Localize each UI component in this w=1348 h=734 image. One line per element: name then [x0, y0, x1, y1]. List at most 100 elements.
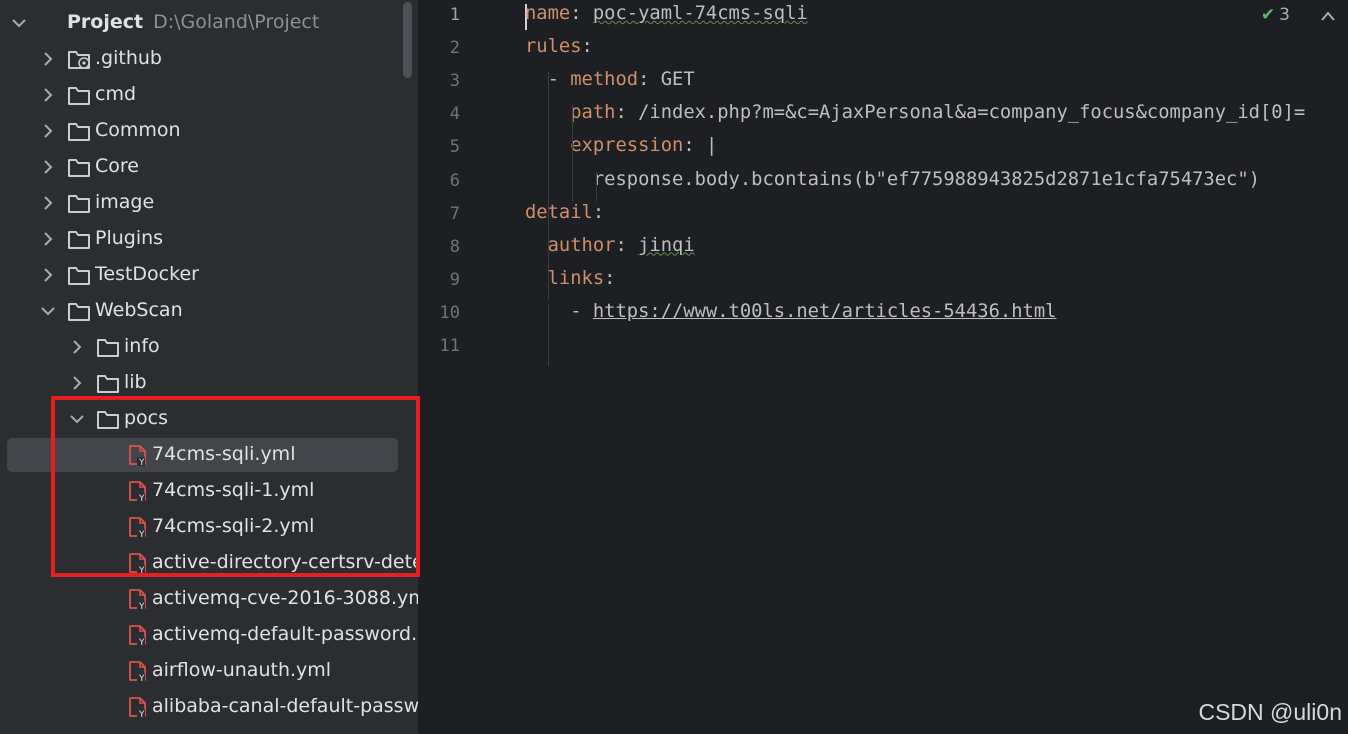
line-number: 1: [449, 5, 460, 25]
tree-item-label: image: [95, 191, 155, 213]
folder-icon: [68, 231, 90, 249]
code-line[interactable]: - https://www.t00ls.net/articles-54436.h…: [525, 301, 1056, 322]
yaml-value: poc-yaml-74cms-sqli: [592, 3, 808, 24]
line-number: 5: [449, 137, 460, 158]
inspection-count: 3: [1279, 5, 1290, 25]
tree-item-folder[interactable]: .github: [0, 41, 418, 77]
chevron-right-icon[interactable]: [39, 122, 57, 140]
folder-icon: [68, 123, 90, 141]
yaml-key: path: [570, 102, 616, 124]
project-path: D:\Goland\Project: [153, 11, 320, 33]
code-line[interactable]: name: poc-yaml-74cms-sqli: [525, 3, 808, 24]
tree-item-file[interactable]: Yactivemq-cve-2016-3088.yml: [0, 581, 418, 617]
svg-text:Y: Y: [138, 710, 145, 718]
code-line[interactable]: links:: [525, 267, 616, 289]
yaml-key: detail: [525, 201, 593, 223]
line-number: 10: [439, 302, 460, 323]
code-line[interactable]: detail:: [525, 202, 604, 223]
chevron-right-icon[interactable]: [68, 338, 86, 356]
code-line[interactable]: rules:: [525, 36, 593, 57]
chevron-right-icon[interactable]: [39, 194, 57, 212]
chevron-right-icon[interactable]: [39, 86, 57, 104]
tree-item-folder[interactable]: Project D:\Goland\Project: [0, 5, 418, 41]
svg-text:Y: Y: [138, 674, 145, 682]
code-line[interactable]: response.body.bcontains(b"ef775988943825…: [525, 169, 1260, 190]
tree-item-label: lib: [124, 371, 147, 393]
code-line[interactable]: path: /index.php?m=&c=AjaxPersonal&a=com…: [525, 102, 1305, 123]
tree-item-folder[interactable]: info: [0, 329, 418, 365]
chevron-down-icon[interactable]: [10, 14, 28, 32]
tree-item-label: .github: [95, 47, 162, 69]
tree-item-file[interactable]: Yactivemq-default-password.ym: [0, 617, 418, 653]
line-number: 7: [449, 203, 460, 224]
folder-icon: [68, 51, 90, 69]
code-line[interactable]: expression: |: [525, 135, 717, 156]
tree-item-file[interactable]: Yairflow-unauth.yml: [0, 653, 418, 689]
yaml-key: links: [547, 267, 605, 289]
yaml-key: method: [570, 69, 639, 91]
line-number: 11: [439, 336, 460, 356]
chevron-right-icon[interactable]: [39, 158, 57, 176]
chevron-right-icon[interactable]: [39, 266, 57, 284]
line-number: 4: [449, 104, 460, 125]
line-number: 3: [449, 71, 460, 92]
code-editor[interactable]: ✔ 3 1 name: poc-yaml-74cms-sqli 2 rules: 3 - …: [424, 0, 1348, 734]
yaml-value: |: [705, 135, 718, 157]
tree-item-folder[interactable]: image: [0, 185, 418, 221]
tree-item-label: WebScan: [95, 299, 183, 321]
tree-item-label: Project D:\Goland\Project: [67, 11, 319, 33]
tree-item-folder[interactable]: Core: [0, 149, 418, 185]
yaml-file-icon: Y: [129, 697, 146, 718]
chevron-right-icon[interactable]: [39, 50, 57, 68]
yaml-file-icon: Y: [129, 661, 146, 682]
tree-item-label: alibaba-canal-default-passwor: [152, 695, 418, 717]
yaml-value: GET: [660, 69, 695, 91]
tree-item-folder[interactable]: cmd: [0, 77, 418, 113]
svg-text:Y: Y: [138, 602, 145, 610]
tree-item-label: Core: [95, 155, 139, 177]
chevron-right-icon[interactable]: [68, 374, 86, 392]
annotation-red-box: [51, 396, 420, 577]
folder-icon: [68, 195, 90, 213]
url-link[interactable]: https://www.t00ls.net/articles-54436.htm…: [593, 301, 1057, 322]
folder-icon: [68, 87, 90, 105]
code-line[interactable]: author: jinqi: [525, 235, 695, 256]
chevron-right-icon[interactable]: [39, 230, 57, 248]
project-name: Project: [67, 11, 144, 33]
inspection-widget[interactable]: ✔ 3: [1261, 5, 1290, 25]
yaml-key: author: [547, 234, 616, 256]
check-icon: ✔: [1260, 5, 1276, 25]
tree-item-label: Plugins: [95, 227, 164, 249]
tree-item-folder[interactable]: Common: [0, 113, 418, 149]
folder-icon: [97, 375, 119, 393]
tree-item-folder[interactable]: WebScan: [0, 293, 418, 329]
indent-guide: [548, 72, 549, 300]
yaml-value: response.body.bcontains(b"ef775988943825…: [592, 168, 1260, 190]
indent-guide: [596, 171, 597, 201]
line-number: 2: [449, 38, 460, 59]
line-number: 9: [449, 269, 460, 290]
tree-item-label: TestDocker: [95, 263, 199, 285]
tree-item-folder[interactable]: Plugins: [0, 221, 418, 257]
yaml-key: expression: [570, 135, 684, 157]
watermark: CSDN @uli0n: [1198, 699, 1342, 725]
code-line[interactable]: - method: GET: [525, 69, 695, 90]
tree-item-label: cmd: [95, 83, 137, 105]
indent-guide: [572, 105, 573, 201]
yaml-file-icon: Y: [129, 589, 146, 610]
indent-guide: [548, 303, 549, 367]
tree-item-label: Common: [95, 119, 181, 141]
tree-item-label: activemq-default-password.ym: [152, 623, 418, 645]
tree-scrollbar[interactable]: [403, 2, 412, 78]
project-tree-panel: Project D:\Goland\Project .github cmd Common…: [0, 0, 418, 734]
folder-icon: [97, 339, 119, 357]
line-number: 8: [449, 236, 460, 257]
tree-item-label: airflow-unauth.yml: [152, 659, 332, 681]
chevron-down-icon[interactable]: [39, 302, 57, 320]
tree-item-file[interactable]: Yalibaba-canal-default-passwor: [0, 689, 418, 725]
yaml-key: rules: [525, 36, 582, 58]
chevron-up-icon[interactable]: [1320, 9, 1336, 23]
yaml-value: /index.php?m=&c=AjaxPersonal&a=company_f…: [638, 102, 1306, 124]
svg-text:Y: Y: [138, 638, 145, 646]
tree-item-folder[interactable]: TestDocker: [0, 257, 418, 293]
